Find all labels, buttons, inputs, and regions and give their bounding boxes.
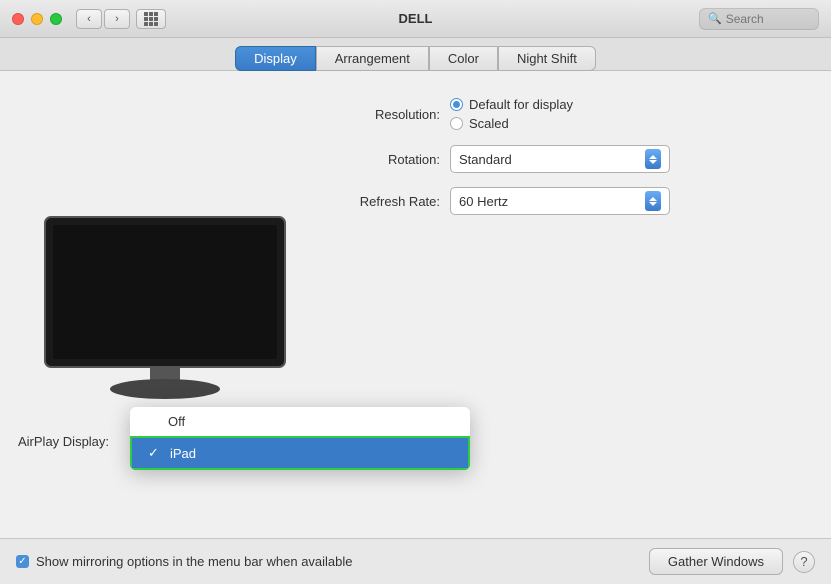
grid-button[interactable] <box>136 9 166 29</box>
main-content: Resolution: Default for display Scaled <box>0 71 831 538</box>
rotation-label: Rotation: <box>330 152 440 167</box>
title-bar: ‹ › DELL 🔍 <box>0 0 831 38</box>
nav-buttons: ‹ › <box>76 9 130 29</box>
maximize-button[interactable] <box>50 13 62 25</box>
resolution-scaled-row: Scaled <box>450 116 573 131</box>
resolution-row: Resolution: Default for display Scaled <box>330 97 811 131</box>
minimize-button[interactable] <box>31 13 43 25</box>
rotation-select[interactable]: Standard <box>450 145 670 173</box>
help-button[interactable]: ? <box>793 551 815 573</box>
resolution-default-radio[interactable] <box>450 98 463 111</box>
gather-windows-button[interactable]: Gather Windows <box>649 548 783 575</box>
grid-icon <box>144 12 158 26</box>
rotation-value: Standard <box>459 152 512 167</box>
refresh-select[interactable]: 60 Hertz <box>450 187 670 215</box>
mirroring-checkbox-row: ✓ Show mirroring options in the menu bar… <box>16 554 639 569</box>
resolution-options: Default for display Scaled <box>450 97 573 131</box>
resolution-label: Resolution: <box>330 107 440 122</box>
airplay-option-off[interactable]: Off <box>130 407 470 436</box>
monitor-icon <box>35 207 295 407</box>
resolution-scaled-label: Scaled <box>469 116 509 131</box>
airplay-ipad-label: iPad <box>170 446 196 461</box>
refresh-arrows <box>645 191 661 211</box>
rotation-arrows <box>645 149 661 169</box>
mirroring-checkbox-label: Show mirroring options in the menu bar w… <box>36 554 353 569</box>
tab-arrangement[interactable]: Arrangement <box>316 46 429 71</box>
bottom-bar: ✓ Show mirroring options in the menu bar… <box>0 538 831 584</box>
checkbox-check-icon: ✓ <box>18 557 26 567</box>
arrow-up-icon <box>649 197 657 201</box>
arrow-up-icon <box>649 155 657 159</box>
search-box[interactable]: 🔍 <box>699 8 819 30</box>
refresh-label: Refresh Rate: <box>330 194 440 209</box>
back-button[interactable]: ‹ <box>76 9 102 29</box>
tabs-bar: Display Arrangement Color Night Shift <box>0 38 831 71</box>
tab-night-shift[interactable]: Night Shift <box>498 46 596 71</box>
resolution-scaled-radio[interactable] <box>450 117 463 130</box>
airplay-label: AirPlay Display: <box>18 434 115 483</box>
airplay-option-ipad[interactable]: ✓ iPad <box>130 436 470 470</box>
forward-button[interactable]: › <box>104 9 130 29</box>
arrow-down-icon <box>649 160 657 164</box>
refresh-row: Refresh Rate: 60 Hertz <box>330 187 811 215</box>
airplay-off-label: Off <box>168 414 185 429</box>
mirroring-checkbox[interactable]: ✓ <box>16 555 29 568</box>
close-button[interactable] <box>12 13 24 25</box>
resolution-default-row: Default for display <box>450 97 573 112</box>
rotation-row: Rotation: Standard <box>330 145 811 173</box>
traffic-lights <box>12 13 62 25</box>
tab-color[interactable]: Color <box>429 46 498 71</box>
window-title: DELL <box>399 11 433 26</box>
search-icon: 🔍 <box>708 12 722 25</box>
refresh-value: 60 Hertz <box>459 194 508 209</box>
search-input[interactable] <box>726 12 806 26</box>
ipad-checkmark: ✓ <box>148 445 162 461</box>
tab-display[interactable]: Display <box>235 46 316 71</box>
airplay-dropdown[interactable]: Off ✓ iPad <box>130 407 470 470</box>
arrow-down-icon <box>649 202 657 206</box>
resolution-default-label: Default for display <box>469 97 573 112</box>
